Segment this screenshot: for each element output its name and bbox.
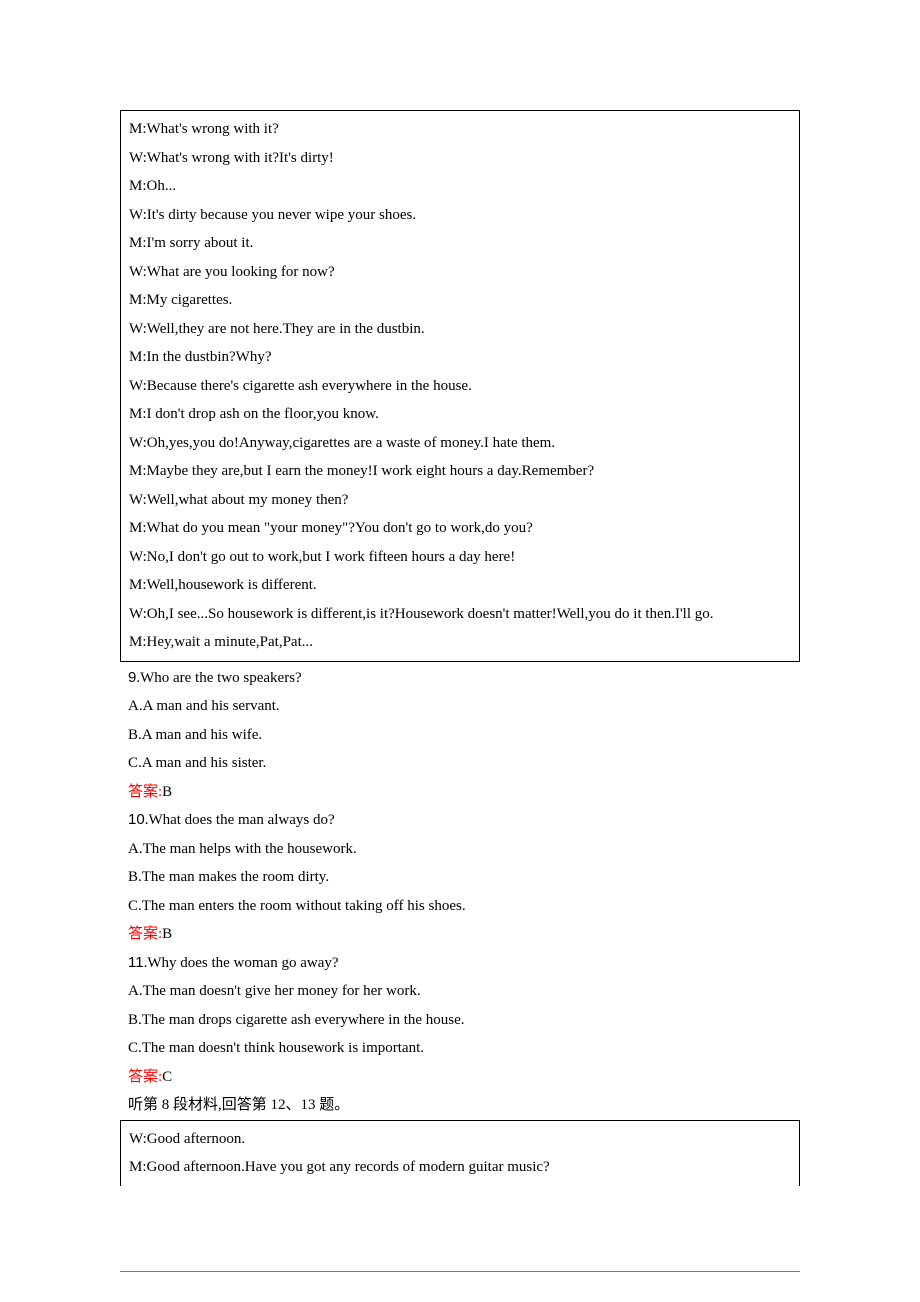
- dialog-line: M:Oh...: [129, 172, 791, 201]
- dialog-box-1: M:What's wrong with it? W:What's wrong w…: [120, 110, 800, 662]
- option-b: B.The man makes the room dirty.: [128, 863, 792, 892]
- question-text: .Why does the woman go away?: [144, 955, 339, 971]
- dialog-line: M:What's wrong with it?: [129, 115, 791, 144]
- answer-value: B: [162, 926, 172, 942]
- listening-instruction: 听第 8 段材料,回答第 12、13 题。: [120, 1091, 800, 1120]
- dialog-line: W:Well,what about my money then?: [129, 486, 791, 515]
- dialog-line: M:I don't drop ash on the floor,you know…: [129, 400, 791, 429]
- answer-label: 答案:: [128, 926, 162, 942]
- dialog-line: W:Good afternoon.: [129, 1125, 791, 1154]
- option-a: A.A man and his servant.: [128, 692, 792, 721]
- dialog-line: M:What do you mean "your money"?You don'…: [129, 514, 791, 543]
- dialog-line: M:My cigarettes.: [129, 286, 791, 315]
- question-number: 11: [128, 954, 144, 971]
- question-9: 9.Who are the two speakers? A.A man and …: [120, 664, 800, 807]
- dialog-line: W:Because there's cigarette ash everywhe…: [129, 372, 791, 401]
- dialog-line: W:Oh,I see...So housework is different,i…: [129, 600, 791, 629]
- answer-line: 答案:B: [128, 920, 792, 949]
- dialog-line: M:In the dustbin?Why?: [129, 343, 791, 372]
- question-stem: 9.Who are the two speakers?: [128, 664, 792, 693]
- question-text: .What does the man always do?: [145, 812, 335, 828]
- page: M:What's wrong with it? W:What's wrong w…: [0, 0, 920, 1302]
- option-b: B.The man drops cigarette ash everywhere…: [128, 1006, 792, 1035]
- option-c: C.A man and his sister.: [128, 749, 792, 778]
- dialog-line: M:Well,housework is different.: [129, 571, 791, 600]
- dialog-line: W:What's wrong with it?It's dirty!: [129, 144, 791, 173]
- dialog-line: W:Oh,yes,you do!Anyway,cigarettes are a …: [129, 429, 791, 458]
- question-10: 10.What does the man always do? A.The ma…: [120, 806, 800, 949]
- option-b: B.A man and his wife.: [128, 721, 792, 750]
- dialog-line: W:What are you looking for now?: [129, 258, 791, 287]
- question-stem: 11.Why does the woman go away?: [128, 949, 792, 978]
- option-c: C.The man doesn't think housework is imp…: [128, 1034, 792, 1063]
- answer-value: C: [162, 1069, 172, 1085]
- option-a: A.The man doesn't give her money for her…: [128, 977, 792, 1006]
- dialog-line: W:It's dirty because you never wipe your…: [129, 201, 791, 230]
- answer-line: 答案:C: [128, 1063, 792, 1092]
- answer-label: 答案:: [128, 1069, 162, 1085]
- answer-line: 答案:B: [128, 778, 792, 807]
- question-stem: 10.What does the man always do?: [128, 806, 792, 835]
- dialog-line: M:I'm sorry about it.: [129, 229, 791, 258]
- dialog-box-2: W:Good afternoon. M:Good afternoon.Have …: [120, 1120, 800, 1186]
- option-c: C.The man enters the room without taking…: [128, 892, 792, 921]
- footer-divider: [120, 1271, 800, 1272]
- dialog-line: W:No,I don't go out to work,but I work f…: [129, 543, 791, 572]
- option-a: A.The man helps with the housework.: [128, 835, 792, 864]
- dialog-line: M:Good afternoon.Have you got any record…: [129, 1153, 791, 1182]
- dialog-line: M:Maybe they are,but I earn the money!I …: [129, 457, 791, 486]
- question-11: 11.Why does the woman go away? A.The man…: [120, 949, 800, 1092]
- dialog-line: M:Hey,wait a minute,Pat,Pat...: [129, 628, 791, 657]
- question-number: 10: [128, 811, 145, 828]
- dialog-line: W:Well,they are not here.They are in the…: [129, 315, 791, 344]
- answer-value: B: [162, 784, 172, 800]
- answer-label: 答案:: [128, 784, 162, 800]
- question-text: .Who are the two speakers?: [136, 670, 301, 686]
